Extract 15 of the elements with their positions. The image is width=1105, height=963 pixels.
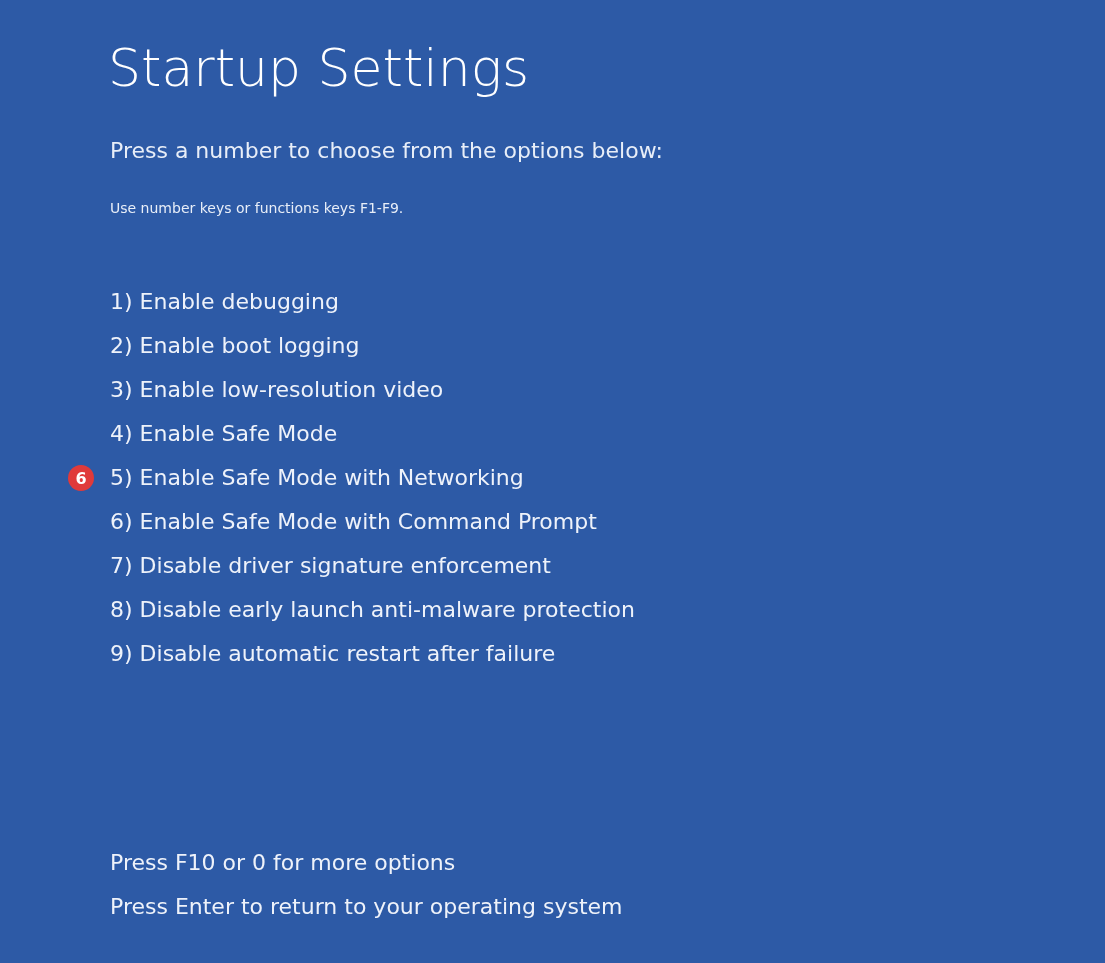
startup-option[interactable]: 9) Disable automatic restart after failure <box>108 639 556 669</box>
startup-option[interactable]: 6) Enable Safe Mode with Command Prompt <box>108 507 597 537</box>
startup-option[interactable]: 5) Enable Safe Mode with Networking <box>108 463 524 493</box>
startup-option[interactable]: 2) Enable boot logging <box>108 331 360 361</box>
startup-option[interactable]: 1) Enable debugging <box>108 287 339 317</box>
startup-option[interactable]: 4) Enable Safe Mode <box>108 419 338 449</box>
startup-option[interactable]: 7) Disable driver signature enforcement <box>108 551 551 581</box>
footer-instruction: Press Enter to return to your operating system <box>109 893 623 921</box>
startup-option[interactable]: 8) Disable early launch anti-malware protection <box>108 595 635 625</box>
hint-text: Use number keys or functions keys F1-F9. <box>109 199 404 218</box>
instruction-text: Press a number to choose from the options below: <box>109 137 663 165</box>
step-badge: 6 <box>68 465 94 491</box>
footer-instruction: Press F10 or 0 for more options <box>109 849 456 877</box>
screen-title: Startup Settings <box>108 37 529 100</box>
startup-option[interactable]: 3) Enable low-resolution video <box>108 375 444 405</box>
